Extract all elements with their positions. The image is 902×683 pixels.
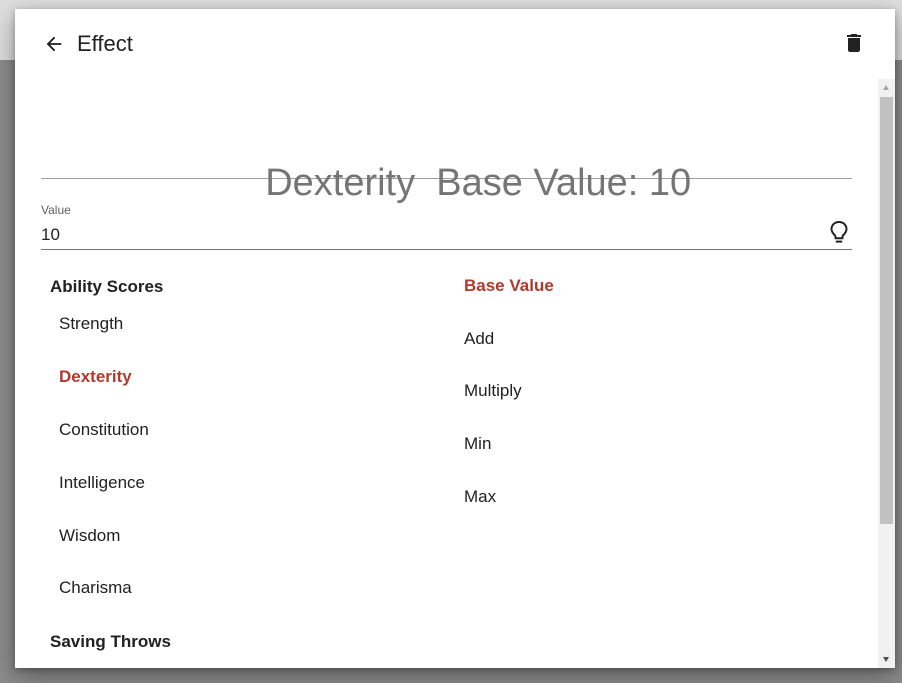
heading-base-value: Base Value: 10 xyxy=(436,162,692,204)
effect-heading: Dexterity Base Value: 10 xyxy=(41,114,852,204)
mode-item-multiply[interactable]: Multiply xyxy=(464,381,522,401)
lightbulb-icon xyxy=(830,220,848,243)
stat-item-strength[interactable]: Strength xyxy=(59,314,123,334)
stat-item-wisdom[interactable]: Wisdom xyxy=(59,526,120,546)
ability-scores-heading: Ability Scores xyxy=(50,277,164,296)
dialog-title: Effect xyxy=(77,31,133,56)
value-field: Value xyxy=(41,201,852,250)
mode-item-min[interactable]: Min xyxy=(464,434,491,454)
trash-icon xyxy=(847,34,861,52)
mode-item-max[interactable]: Max xyxy=(464,487,496,507)
stat-item-constitution[interactable]: Constitution xyxy=(59,420,149,440)
saving-throws-heading: Saving Throws xyxy=(50,632,171,651)
stat-item-dexterity[interactable]: Dexterity xyxy=(59,367,132,387)
scroll-down-icon[interactable] xyxy=(883,657,889,662)
mode-item-base-value[interactable]: Base Value xyxy=(464,276,554,296)
value-input[interactable] xyxy=(41,223,801,247)
stat-item-intelligence[interactable]: Intelligence xyxy=(59,473,145,493)
dialog-header: Effect xyxy=(15,9,895,79)
delete-button[interactable] xyxy=(841,30,867,56)
scroll-thumb[interactable] xyxy=(880,97,893,524)
hint-button[interactable] xyxy=(828,219,850,245)
heading-stat-name: Dexterity xyxy=(265,162,416,204)
arrow-left-icon xyxy=(46,36,62,52)
value-field-label: Value xyxy=(41,203,71,217)
scroll-up-icon[interactable] xyxy=(883,85,889,90)
scrollbar[interactable] xyxy=(878,79,895,668)
stat-item-charisma[interactable]: Charisma xyxy=(59,578,132,598)
back-button[interactable] xyxy=(41,31,67,57)
mode-item-add[interactable]: Add xyxy=(464,329,494,349)
effect-dialog: Effect Dexterity Base Value: 10 Value Ab… xyxy=(15,9,895,668)
